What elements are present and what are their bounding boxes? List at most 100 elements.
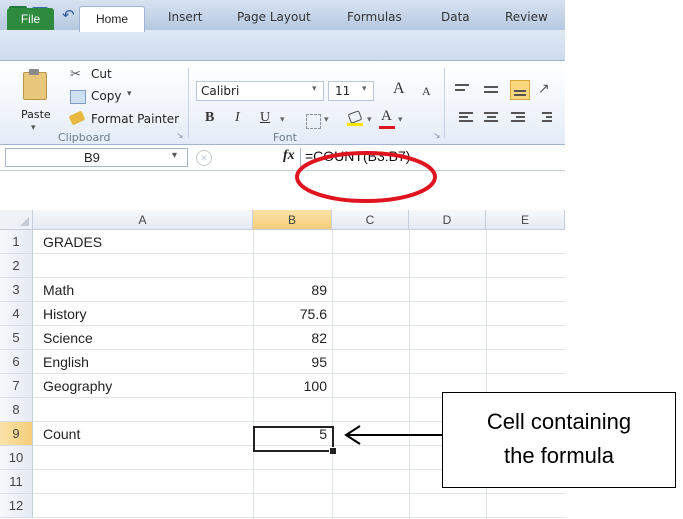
align-center-icon[interactable]	[484, 112, 498, 122]
align-bottom-icon[interactable]	[510, 80, 530, 100]
tab-page-layout[interactable]: Page Layout	[237, 10, 311, 24]
align-middle-icon[interactable]	[484, 86, 498, 93]
font-name-combo[interactable]: Calibri ▾	[196, 81, 324, 101]
name-box[interactable]: B9 ▾	[5, 148, 188, 167]
cell-a5[interactable]: Science	[43, 326, 248, 350]
undo-icon[interactable]: ↶	[62, 6, 75, 24]
cell-b2[interactable]	[253, 254, 327, 278]
formula-highlight-ellipse	[295, 151, 437, 203]
chevron-down-icon[interactable]: ▾	[324, 115, 329, 125]
callout-arrow	[344, 425, 444, 445]
clipboard-group-label: Clipboard	[58, 131, 111, 144]
font-size-combo[interactable]: 11 ▾	[328, 81, 374, 101]
font-color-swatch	[379, 126, 395, 129]
cancel-icon[interactable]: ✕	[196, 150, 212, 166]
row-header-6[interactable]: 6	[0, 350, 33, 374]
row-header-3[interactable]: 3	[0, 278, 33, 302]
row-header-8[interactable]: 8	[0, 398, 33, 422]
align-right-icon[interactable]	[511, 112, 525, 122]
bold-button[interactable]: B	[205, 110, 214, 126]
copy-icon	[70, 90, 86, 104]
cell-a8[interactable]	[43, 398, 248, 422]
cell-a12[interactable]	[43, 494, 248, 518]
cell-a6[interactable]: English	[43, 350, 248, 374]
tab-formulas[interactable]: Formulas	[347, 10, 402, 24]
cell-a4[interactable]: History	[43, 302, 248, 326]
font-name-value: Calibri	[201, 84, 240, 98]
cell-b4[interactable]: 75.6	[253, 302, 327, 326]
italic-button[interactable]: I	[235, 110, 240, 126]
chevron-down-icon[interactable]: ▾	[280, 115, 285, 125]
decrease-indent-icon[interactable]	[542, 112, 552, 122]
cell-a3[interactable]: Math	[43, 278, 248, 302]
cell-b6[interactable]: 95	[253, 350, 327, 374]
column-header-a[interactable]: A	[33, 210, 253, 230]
align-top-icon[interactable]	[455, 84, 469, 91]
font-size-value: 11	[335, 84, 351, 98]
row-header-4[interactable]: 4	[0, 302, 33, 326]
row-header-12[interactable]: 12	[0, 494, 33, 518]
underline-button[interactable]: U	[260, 110, 270, 126]
cell-b12[interactable]	[253, 494, 327, 518]
cell-b3[interactable]: 89	[253, 278, 327, 302]
grid-line	[332, 230, 333, 519]
cell-a9[interactable]: Count	[43, 422, 248, 446]
chevron-down-icon[interactable]: ▾	[367, 115, 372, 125]
shrink-font-icon[interactable]: A	[422, 84, 431, 99]
tab-file[interactable]: File	[7, 8, 54, 30]
cell-b11[interactable]	[253, 470, 327, 494]
font-color-icon[interactable]: A	[381, 108, 392, 125]
chevron-down-icon[interactable]: ▾	[172, 150, 177, 161]
copy-dropdown-icon[interactable]: ▾	[127, 89, 132, 99]
cell-a2[interactable]	[43, 254, 248, 278]
group-divider	[444, 68, 445, 138]
paste-clip-icon	[29, 69, 39, 75]
paste-dropdown-icon[interactable]: ▾	[31, 123, 36, 133]
row-header-1[interactable]: 1	[0, 230, 33, 254]
select-all-corner[interactable]	[0, 210, 33, 230]
scissors-icon: ✂	[70, 66, 81, 81]
grid-line	[409, 230, 410, 519]
chevron-down-icon[interactable]: ▾	[398, 115, 403, 125]
row-header-2[interactable]: 2	[0, 254, 33, 278]
insert-function-button[interactable]: fx	[283, 148, 295, 164]
align-left-icon[interactable]	[459, 112, 473, 122]
cell-a1[interactable]: GRADES	[43, 230, 248, 254]
ribbon-tab-row	[0, 30, 565, 61]
name-box-value: B9	[84, 150, 100, 165]
cell-a11[interactable]	[43, 470, 248, 494]
cell-b5[interactable]: 82	[253, 326, 327, 350]
cell-b8[interactable]	[253, 398, 327, 422]
cell-b1[interactable]	[253, 230, 327, 254]
fill-color-icon[interactable]	[347, 110, 363, 126]
tab-insert[interactable]: Insert	[168, 10, 202, 24]
fill-handle[interactable]	[329, 447, 337, 455]
cell-a10[interactable]	[43, 446, 248, 470]
tab-data[interactable]: Data	[441, 10, 470, 24]
cut-button[interactable]: Cut	[91, 67, 112, 81]
orientation-icon[interactable]: ↗	[538, 80, 550, 97]
selected-cell-border	[253, 426, 334, 452]
clipboard-launcher-icon[interactable]: ↘	[176, 131, 184, 141]
row-header-11[interactable]: 11	[0, 470, 33, 494]
column-header-e[interactable]: E	[486, 210, 565, 230]
row-header-7[interactable]: 7	[0, 374, 33, 398]
tab-review[interactable]: Review	[505, 10, 548, 24]
cell-a7[interactable]: Geography	[43, 374, 248, 398]
tab-home[interactable]: Home	[79, 6, 145, 32]
cell-b7[interactable]: 100	[253, 374, 327, 398]
row-header-10[interactable]: 10	[0, 446, 33, 470]
format-painter-button[interactable]: Format Painter	[91, 112, 179, 126]
group-divider	[188, 68, 189, 138]
callout-line-1: Cell containing	[486, 409, 632, 434]
grow-font-icon[interactable]: A	[393, 80, 405, 98]
paste-icon[interactable]	[23, 72, 47, 100]
row-header-5[interactable]: 5	[0, 326, 33, 350]
chevron-down-icon[interactable]: ▾	[362, 84, 367, 94]
paste-button[interactable]: Paste	[21, 108, 51, 121]
borders-icon[interactable]	[306, 114, 321, 129]
chevron-down-icon[interactable]: ▾	[312, 84, 317, 94]
copy-button[interactable]: Copy	[91, 89, 121, 103]
highlight-ellipse-shape	[295, 151, 437, 203]
row-header-9[interactable]: 9	[0, 422, 33, 446]
